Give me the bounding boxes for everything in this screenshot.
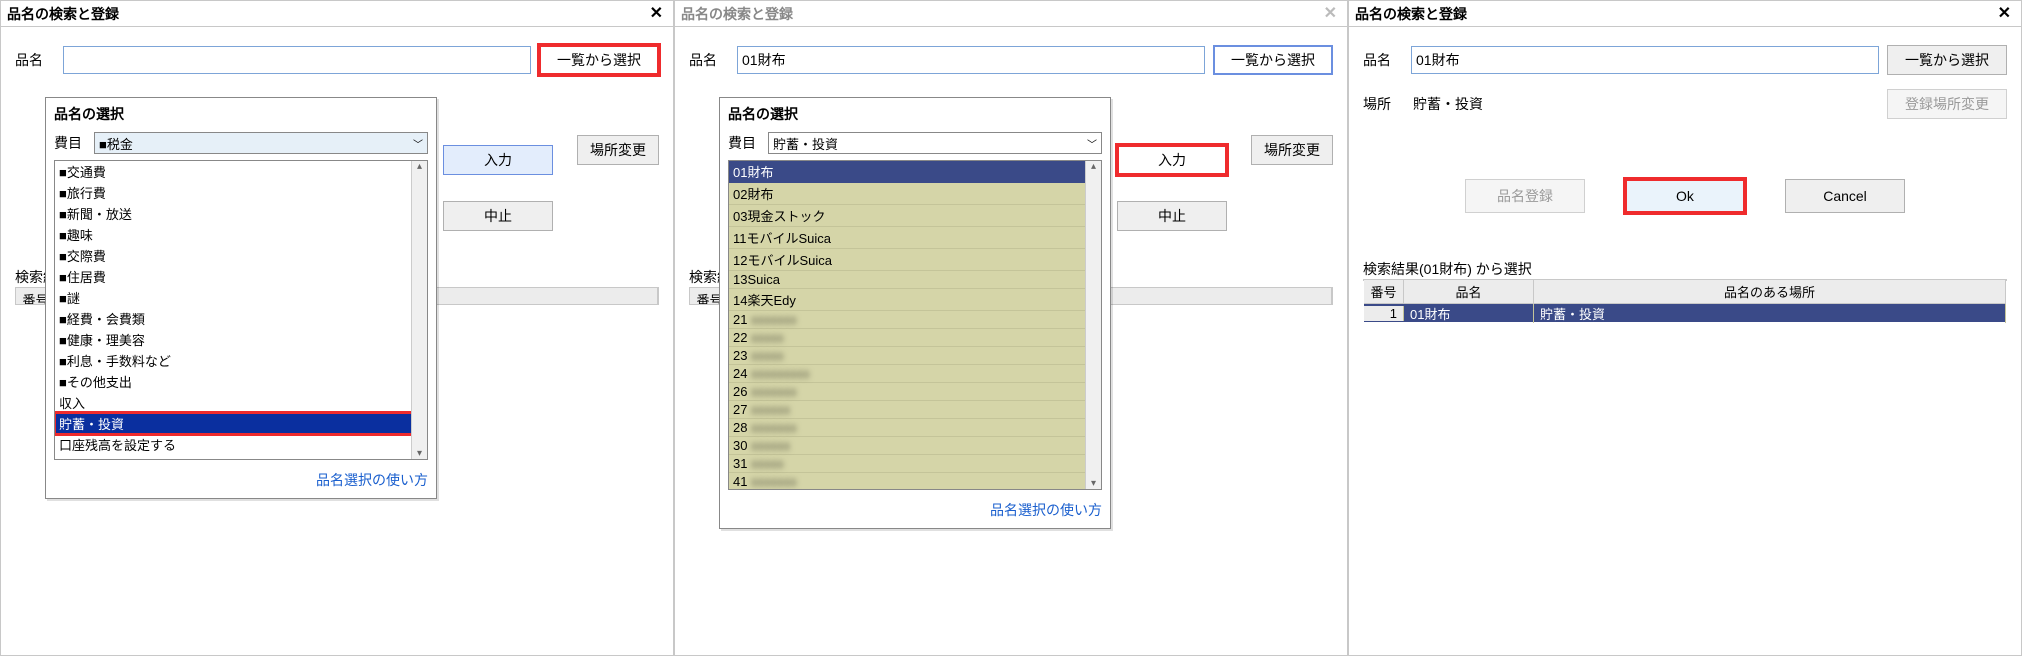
- cancel-button[interactable]: 中止: [1117, 201, 1227, 231]
- cancel-button[interactable]: Cancel: [1785, 179, 1905, 213]
- window-title: 品名の検索と登録: [7, 4, 119, 24]
- titlebar: 品名の検索と登録 ✕: [1349, 1, 2021, 27]
- list-item[interactable]: 24 xxxxxxxxx: [729, 365, 1101, 383]
- cell-no: 1: [1364, 306, 1404, 321]
- himoku-combo-value: ■税金: [99, 134, 133, 153]
- panel-step3: 品名の検索と登録 ✕ 品名 一覧から選択 場所 貯蓄・投資 登録場所変更 品名登…: [1348, 0, 2022, 656]
- scrollbar[interactable]: ▴▾: [1085, 161, 1101, 489]
- list-item[interactable]: 30 xxxxxx: [729, 437, 1101, 455]
- list-item[interactable]: 27 xxxxxx: [729, 401, 1101, 419]
- himoku-listbox[interactable]: ■交通費 ■旅行費 ■新聞・放送 ■趣味 ■交際費 ■住居費 ■謎 ■経費・会費…: [54, 160, 428, 460]
- col-loc[interactable]: 品名のある場所: [1534, 280, 2006, 304]
- list-item-selected[interactable]: 貯蓄・投資: [55, 413, 427, 434]
- list-item[interactable]: ■経費・会費類: [55, 308, 427, 329]
- himoku-combo[interactable]: 貯蓄・投資 ﹀: [768, 132, 1102, 154]
- list-item[interactable]: ■利息・手数料など: [55, 350, 427, 371]
- col-no[interactable]: 番号: [1364, 280, 1404, 304]
- list-item[interactable]: 41 xxxxxxx: [729, 473, 1101, 490]
- select-from-list-button[interactable]: 一覧から選択: [539, 45, 659, 75]
- window-title: 品名の検索と登録: [1355, 4, 1467, 24]
- list-item[interactable]: 収入: [55, 392, 427, 413]
- list-item[interactable]: ■旅行費: [55, 182, 427, 203]
- list-item[interactable]: ■交通費: [55, 161, 427, 182]
- input-button[interactable]: 入力: [1117, 145, 1227, 175]
- scrollbar[interactable]: ▴▾: [411, 161, 427, 459]
- titlebar: 品名の検索と登録 ✕: [675, 1, 1347, 27]
- himoku-combo[interactable]: ■税金 ﹀: [94, 132, 428, 154]
- list-item[interactable]: 口座残高を設定する: [55, 434, 427, 455]
- list-item[interactable]: 14楽天Edy: [729, 289, 1101, 311]
- panel-step2: 品名の検索と登録 ✕ 品名 一覧から選択 場所変更 検索結 番号 入力 中止: [674, 0, 1348, 656]
- list-item[interactable]: ■その他支出: [55, 371, 427, 392]
- input-button[interactable]: 入力: [443, 145, 553, 175]
- search-result-label: 検索結果(01財布) から選択: [1363, 259, 1532, 279]
- list-item[interactable]: ■交際費: [55, 245, 427, 266]
- list-item[interactable]: 21 xxxxxxx: [729, 311, 1101, 329]
- cell-loc: 貯蓄・投資: [1534, 304, 2006, 323]
- select-name-popup: 品名の選択 費目 貯蓄・投資 ﹀ 01財布 02財布 03現金ストック 11モバ…: [719, 97, 1111, 529]
- list-item[interactable]: 12モバイルSuica: [729, 249, 1101, 271]
- list-item[interactable]: ■趣味: [55, 224, 427, 245]
- select-from-list-button[interactable]: 一覧から選択: [1887, 45, 2007, 75]
- list-item[interactable]: 03現金ストック: [729, 205, 1101, 227]
- chevron-down-icon: ﹀: [413, 136, 423, 151]
- list-item[interactable]: ■新聞・放送: [55, 203, 427, 224]
- help-link[interactable]: 品名選択の使い方: [990, 502, 1102, 518]
- popup-title: 品名の選択: [46, 98, 436, 132]
- close-icon[interactable]: ✕: [1320, 6, 1341, 22]
- panel-step1: 品名の検索と登録 ✕ 品名 一覧から選択 場所変更 検索結 番号 入力: [0, 0, 674, 656]
- list-item[interactable]: ■謎: [55, 287, 427, 308]
- himoku-label: 費目: [728, 133, 762, 153]
- close-icon[interactable]: ✕: [1994, 6, 2015, 22]
- list-item[interactable]: 23 xxxxx: [729, 347, 1101, 365]
- list-item-selected[interactable]: 01財布: [729, 161, 1101, 183]
- hinmei-input[interactable]: [737, 46, 1205, 74]
- list-item[interactable]: 31 xxxxx: [729, 455, 1101, 473]
- titlebar: 品名の検索と登録 ✕: [1, 1, 673, 27]
- label-basho: 場所: [1363, 94, 1403, 114]
- hinmei-input[interactable]: [1411, 46, 1879, 74]
- label-hinmei: 品名: [1363, 50, 1403, 70]
- chevron-down-icon: ﹀: [1087, 136, 1097, 151]
- cancel-button[interactable]: 中止: [443, 201, 553, 231]
- list-item[interactable]: ■住居費: [55, 266, 427, 287]
- basho-value: 貯蓄・投資: [1411, 94, 1879, 114]
- hinmei-input[interactable]: [63, 46, 531, 74]
- label-hinmei: 品名: [15, 50, 55, 70]
- change-location-button: 登録場所変更: [1887, 89, 2007, 119]
- help-link[interactable]: 品名選択の使い方: [316, 472, 428, 488]
- ok-button[interactable]: Ok: [1625, 179, 1745, 213]
- table-row[interactable]: 1 01財布 貯蓄・投資: [1364, 304, 2006, 322]
- label-hinmei: 品名: [689, 50, 729, 70]
- list-item[interactable]: 22 xxxxx: [729, 329, 1101, 347]
- list-item[interactable]: 02財布: [729, 183, 1101, 205]
- register-button: 品名登録: [1465, 179, 1585, 213]
- select-from-list-button[interactable]: 一覧から選択: [1213, 45, 1333, 75]
- list-item[interactable]: ■健康・理美容: [55, 329, 427, 350]
- list-item[interactable]: 13Suica: [729, 271, 1101, 289]
- list-item[interactable]: 11モバイルSuica: [729, 227, 1101, 249]
- window-title: 品名の検索と登録: [681, 4, 793, 24]
- himoku-label: 費目: [54, 133, 88, 153]
- close-icon[interactable]: ✕: [646, 6, 667, 22]
- change-location-button-peek[interactable]: 場所変更: [1251, 135, 1333, 165]
- list-item[interactable]: 26 xxxxxxx: [729, 383, 1101, 401]
- select-name-popup: 品名の選択 費目 ■税金 ﹀ ■交通費 ■旅行費 ■新聞・放送 ■趣味 ■交際費…: [45, 97, 437, 499]
- popup-title: 品名の選択: [720, 98, 1110, 132]
- himoku-listbox[interactable]: 01財布 02財布 03現金ストック 11モバイルSuica 12モバイルSui…: [728, 160, 1102, 490]
- cell-name: 01財布: [1404, 304, 1534, 323]
- himoku-combo-value: 貯蓄・投資: [773, 134, 838, 153]
- change-location-button-peek[interactable]: 場所変更: [577, 135, 659, 165]
- col-name[interactable]: 品名: [1404, 280, 1534, 304]
- list-item[interactable]: 28 xxxxxxx: [729, 419, 1101, 437]
